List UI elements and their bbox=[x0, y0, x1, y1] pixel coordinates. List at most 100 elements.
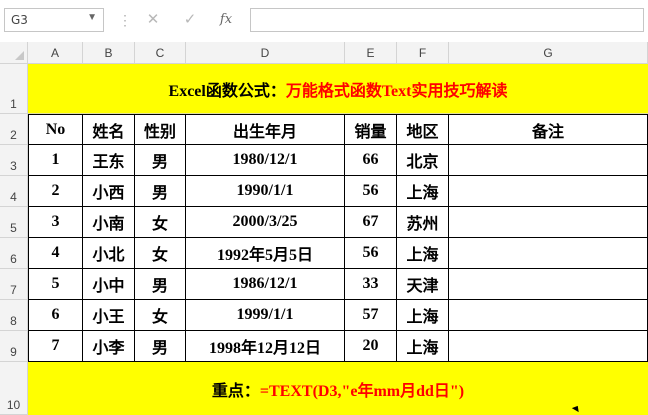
data-cell-no[interactable]: 6 bbox=[28, 300, 83, 331]
data-cell-name[interactable]: 小西 bbox=[83, 176, 135, 207]
function-icon[interactable]: fx bbox=[216, 10, 236, 30]
row-number: 10 bbox=[6, 398, 21, 412]
row-number: 4 bbox=[10, 190, 17, 204]
row-header-8[interactable]: 8 bbox=[0, 300, 28, 331]
data-cell-name[interactable]: 王东 bbox=[83, 145, 135, 176]
row-number: 8 bbox=[10, 314, 17, 328]
sheet-title-cell[interactable]: Excel函数公式： 万能格式函数Text实用技巧解读 bbox=[28, 64, 648, 114]
row-header-6[interactable]: 6 bbox=[0, 238, 28, 269]
data-cell-gender[interactable]: 男 bbox=[135, 331, 186, 362]
row-number: 6 bbox=[10, 252, 17, 266]
data-cell-remark[interactable] bbox=[449, 300, 648, 331]
row-header-1[interactable]: 1 bbox=[0, 64, 28, 114]
data-cell-region[interactable]: 上海 bbox=[397, 238, 449, 269]
data-cell-birth[interactable]: 2000/3/25 bbox=[186, 207, 345, 238]
data-cell-sales[interactable]: 20 bbox=[345, 331, 397, 362]
select-all-icon bbox=[15, 51, 24, 60]
data-cell-region[interactable]: 上海 bbox=[397, 176, 449, 207]
data-cell-gender[interactable]: 男 bbox=[135, 145, 186, 176]
data-cell-name[interactable]: 小王 bbox=[83, 300, 135, 331]
select-all-corner[interactable] bbox=[0, 42, 28, 64]
row-header-10[interactable]: 10 bbox=[0, 362, 28, 415]
header-cell-region[interactable]: 地区 bbox=[397, 114, 449, 145]
column-header-b[interactable]: B bbox=[83, 42, 135, 64]
header-cell-remark[interactable]: 备注 bbox=[449, 114, 648, 145]
data-cell-name[interactable]: 小北 bbox=[83, 238, 135, 269]
data-cell-name[interactable]: 小中 bbox=[83, 269, 135, 300]
data-cell-remark[interactable] bbox=[449, 331, 648, 362]
sheet-title-prefix: Excel函数公式： bbox=[168, 82, 286, 100]
column-header-e[interactable]: E bbox=[345, 42, 397, 64]
column-header-a[interactable]: A bbox=[28, 42, 83, 64]
formula-note-cell[interactable]: 重点： =TEXT(D3,"e年mm月dd日") bbox=[28, 362, 648, 415]
row-header-4[interactable]: 4 bbox=[0, 176, 28, 207]
data-cell-no[interactable]: 5 bbox=[28, 269, 83, 300]
header-cell-no[interactable]: No bbox=[28, 114, 83, 145]
row-header-3[interactable]: 3 bbox=[0, 145, 28, 176]
check-icon[interactable]: ✓ bbox=[180, 10, 200, 30]
data-cell-region[interactable]: 上海 bbox=[397, 300, 449, 331]
data-cell-birth[interactable]: 1998年12月12日 bbox=[186, 331, 345, 362]
sheet-title-main: 万能格式函数Text实用技巧解读 bbox=[285, 82, 508, 100]
column-header-d[interactable]: D bbox=[186, 42, 345, 64]
name-box-value: G3 bbox=[11, 13, 28, 27]
data-cell-gender[interactable]: 女 bbox=[135, 300, 186, 331]
data-cell-region[interactable]: 苏州 bbox=[397, 207, 449, 238]
data-cell-name[interactable]: 小南 bbox=[83, 207, 135, 238]
drag-handle-icon[interactable]: ⋮ bbox=[118, 12, 132, 29]
column-header-c[interactable]: C bbox=[135, 42, 186, 64]
data-cell-name[interactable]: 小李 bbox=[83, 331, 135, 362]
data-cell-sales[interactable]: 57 bbox=[345, 300, 397, 331]
data-cell-birth[interactable]: 1986/12/1 bbox=[186, 269, 345, 300]
formula-bar: G3 ▼ ⋮ ✕ ✓ fx bbox=[0, 0, 648, 42]
data-cell-no[interactable]: 7 bbox=[28, 331, 83, 362]
data-cell-birth[interactable]: 1980/12/1 bbox=[186, 145, 345, 176]
data-cell-region[interactable]: 北京 bbox=[397, 145, 449, 176]
note-label: 重点： bbox=[211, 382, 260, 400]
row-number: 1 bbox=[10, 97, 17, 111]
row-header-2[interactable]: 2 bbox=[0, 114, 28, 145]
data-cell-sales[interactable]: 56 bbox=[345, 238, 397, 269]
data-cell-sales[interactable]: 67 bbox=[345, 207, 397, 238]
data-cell-no[interactable]: 4 bbox=[28, 238, 83, 269]
row-number: 2 bbox=[10, 128, 17, 142]
row-header-7[interactable]: 7 bbox=[0, 269, 28, 300]
data-cell-region[interactable]: 上海 bbox=[397, 331, 449, 362]
header-cell-gender[interactable]: 性别 bbox=[135, 114, 186, 145]
row-number: 3 bbox=[10, 159, 17, 173]
row-header-9[interactable]: 9 bbox=[0, 331, 28, 362]
column-header-f[interactable]: F bbox=[397, 42, 449, 64]
row-number: 5 bbox=[10, 221, 17, 235]
header-cell-sales[interactable]: 销量 bbox=[345, 114, 397, 145]
data-cell-no[interactable]: 2 bbox=[28, 176, 83, 207]
data-cell-remark[interactable] bbox=[449, 176, 648, 207]
data-cell-region[interactable]: 天津 bbox=[397, 269, 449, 300]
row-number: 9 bbox=[10, 345, 17, 359]
data-cell-sales[interactable]: 56 bbox=[345, 176, 397, 207]
data-cell-birth[interactable]: 1999/1/1 bbox=[186, 300, 345, 331]
data-cell-remark[interactable] bbox=[449, 207, 648, 238]
data-cell-birth[interactable]: 1990/1/1 bbox=[186, 176, 345, 207]
column-header-g[interactable]: G bbox=[449, 42, 648, 64]
row-number: 7 bbox=[10, 283, 17, 297]
data-cell-remark[interactable] bbox=[449, 269, 648, 300]
data-cell-sales[interactable]: 33 bbox=[345, 269, 397, 300]
header-cell-birth[interactable]: 出生年月 bbox=[186, 114, 345, 145]
data-cell-no[interactable]: 1 bbox=[28, 145, 83, 176]
row-header-5[interactable]: 5 bbox=[0, 207, 28, 238]
note-formula: =TEXT(D3,"e年mm月dd日") bbox=[259, 382, 465, 400]
data-cell-sales[interactable]: 66 bbox=[345, 145, 397, 176]
data-cell-gender[interactable]: 女 bbox=[135, 207, 186, 238]
data-cell-remark[interactable] bbox=[449, 145, 648, 176]
cancel-icon[interactable]: ✕ bbox=[143, 10, 163, 30]
formula-input[interactable] bbox=[250, 8, 644, 32]
data-cell-gender[interactable]: 女 bbox=[135, 238, 186, 269]
header-cell-name[interactable]: 姓名 bbox=[83, 114, 135, 145]
data-cell-no[interactable]: 3 bbox=[28, 207, 83, 238]
name-box[interactable]: G3 ▼ bbox=[4, 8, 104, 32]
data-cell-gender[interactable]: 男 bbox=[135, 176, 186, 207]
data-cell-gender[interactable]: 男 bbox=[135, 269, 186, 300]
chevron-down-icon[interactable]: ▼ bbox=[87, 12, 97, 23]
data-cell-remark[interactable] bbox=[449, 238, 648, 269]
data-cell-birth[interactable]: 1992年5月5日 bbox=[186, 238, 345, 269]
